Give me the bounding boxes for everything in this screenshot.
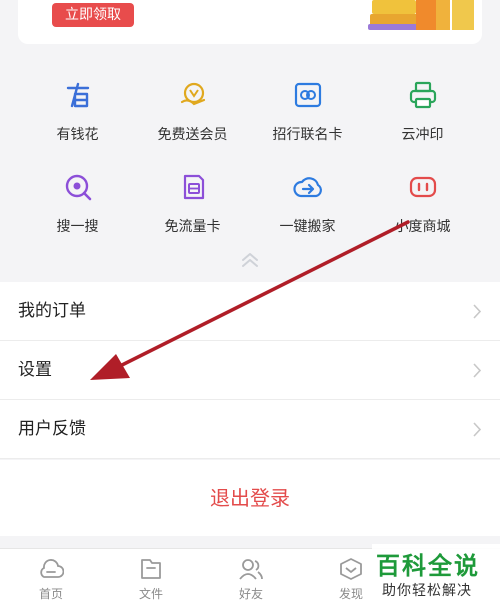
grid-item-label: 招行联名卡: [272, 127, 343, 143]
bank-card-icon: [294, 82, 321, 108]
grid-item-label: 云冲印: [401, 127, 444, 143]
promo-card: 立即领取: [18, 0, 482, 44]
watermark-logo: 百科全说 助你轻松解决: [372, 544, 500, 608]
grid-item-cloud-print[interactable]: 云冲印: [360, 80, 485, 144]
watermark-subtitle: 助你轻松解决: [382, 583, 472, 599]
chevron-right-icon: [473, 363, 482, 378]
home-cloud-icon: [40, 559, 64, 578]
sim-card-icon: [183, 174, 204, 200]
menu-item-settings[interactable]: 设置: [0, 341, 500, 400]
settings-menu: 我的订单 设置 用户反馈: [0, 282, 500, 459]
menu-item-feedback[interactable]: 用户反馈: [0, 400, 500, 459]
feature-grid: 有钱花 免费送会员 招行联名卡 云冲印 搜一搜 免流量卡 一键搬家 小度商城: [0, 62, 500, 276]
chevron-right-icon: [473, 304, 482, 319]
claim-now-button[interactable]: 立即领取: [52, 3, 134, 27]
folder-icon: [141, 559, 161, 579]
tab-home[interactable]: 首页: [21, 557, 81, 602]
grid-item-label: 小度商城: [394, 219, 451, 235]
grid-item-label: 免流量卡: [164, 219, 221, 235]
menu-item-label: 设置: [18, 360, 52, 380]
tab-label: 好友: [238, 587, 263, 601]
vip-coupon-icon: [180, 82, 205, 106]
promo-illustration: [368, 0, 474, 30]
grid-item-youqianhua[interactable]: 有钱花: [15, 80, 140, 144]
search-icon: [65, 174, 91, 201]
cloud-move-icon: [292, 177, 322, 198]
grid-item-data-card[interactable]: 免流量卡: [130, 172, 255, 236]
collapse-chevron-icon[interactable]: [238, 251, 262, 269]
grid-item-one-click-move[interactable]: 一键搬家: [245, 172, 370, 236]
menu-item-label: 用户反馈: [18, 419, 86, 439]
grid-item-xiaodu-store[interactable]: 小度商城: [360, 172, 485, 236]
chevron-right-icon: [473, 422, 482, 437]
grid-item-label: 有钱花: [56, 127, 99, 143]
grid-item-search[interactable]: 搜一搜: [15, 172, 140, 236]
logout-button[interactable]: 退出登录: [0, 460, 500, 536]
menu-item-label: 我的订单: [18, 301, 86, 321]
money-flower-icon: [66, 82, 89, 108]
grid-item-label: 搜一搜: [56, 219, 99, 235]
watermark-title: 百科全说: [376, 552, 480, 580]
tab-label: 首页: [38, 587, 63, 601]
grid-item-free-vip[interactable]: 免费送会员: [130, 80, 255, 144]
xiaodu-store-icon: [409, 176, 436, 198]
tab-files[interactable]: 文件: [121, 557, 181, 602]
friends-icon: [239, 559, 263, 580]
grid-item-cmb-card[interactable]: 招行联名卡: [245, 80, 370, 144]
tab-label: 文件: [138, 587, 163, 601]
discover-icon: [340, 558, 362, 580]
printer-icon: [409, 81, 436, 109]
grid-item-label: 一键搬家: [279, 219, 336, 235]
tab-friends[interactable]: 好友: [221, 557, 281, 602]
menu-item-my-orders[interactable]: 我的订单: [0, 282, 500, 341]
grid-item-label: 免费送会员: [157, 127, 228, 143]
